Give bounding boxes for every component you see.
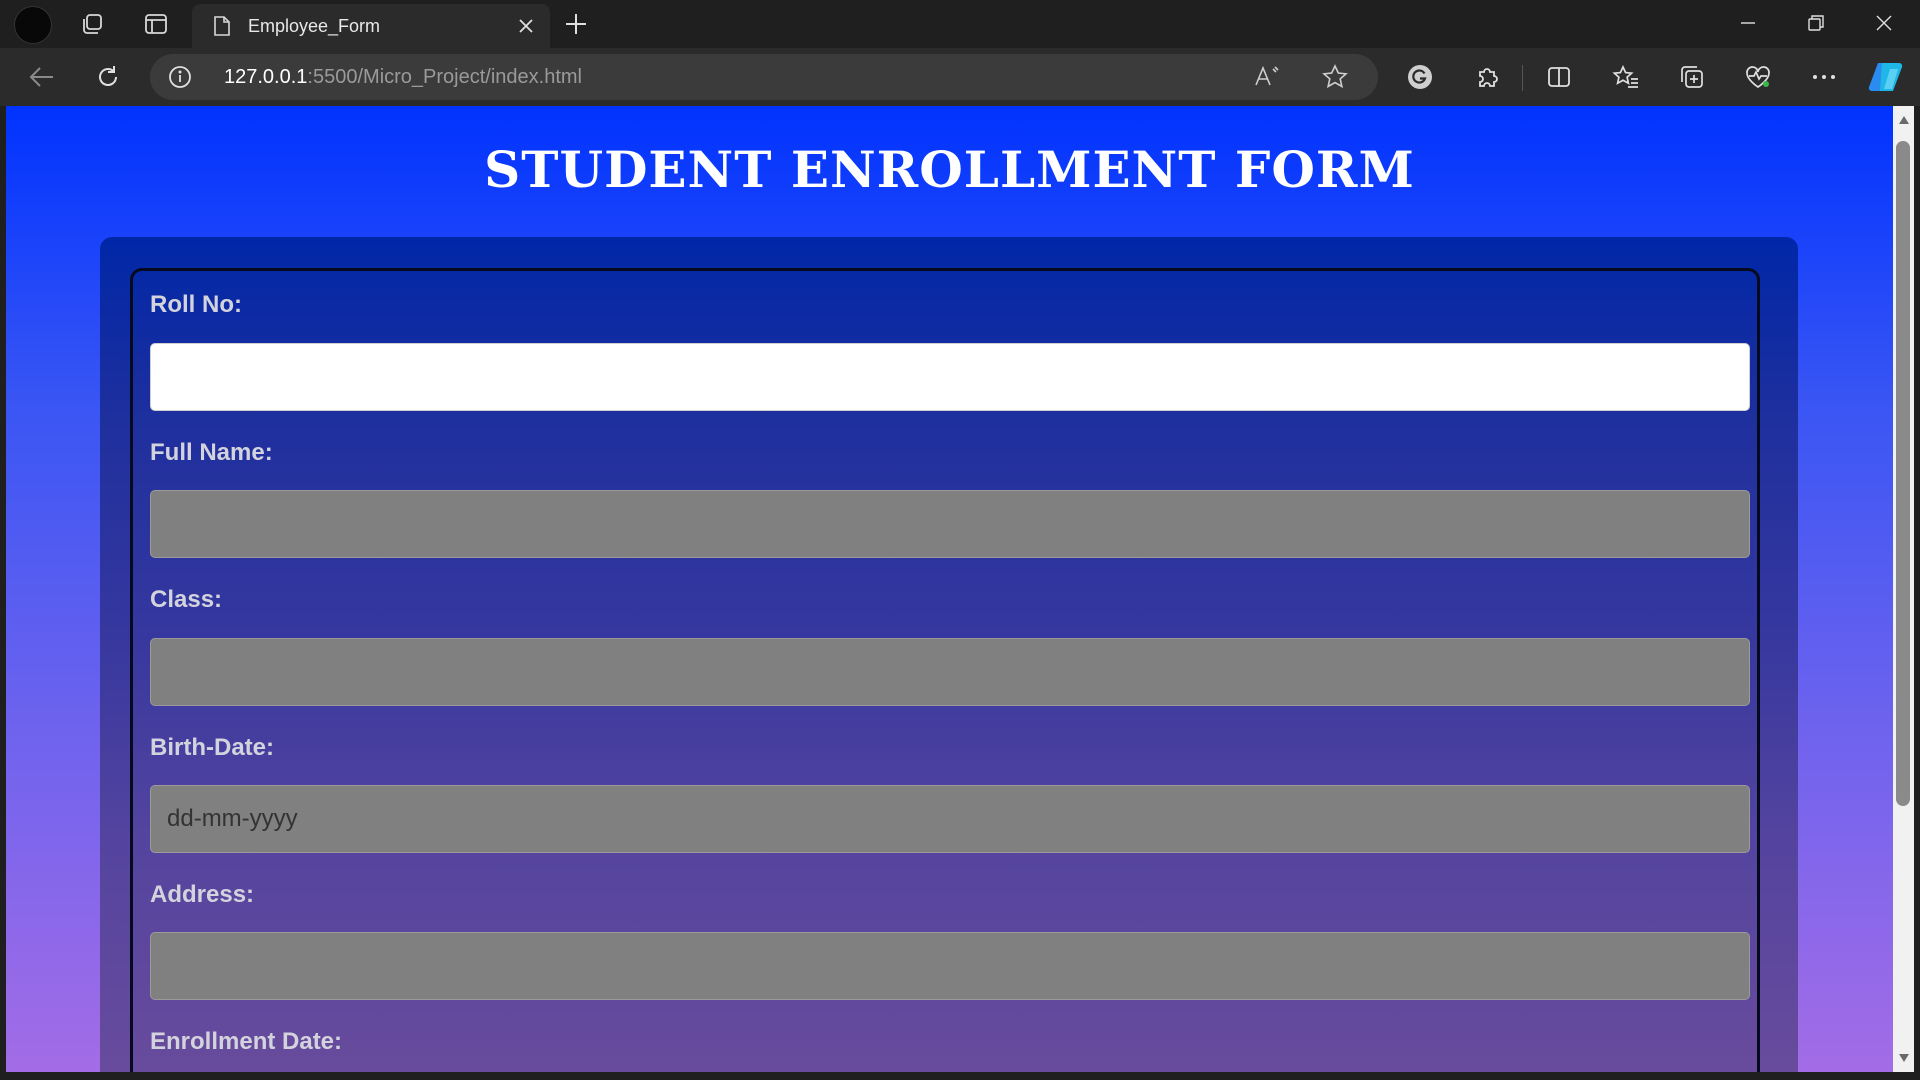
- tab-title: Employee_Form: [248, 15, 381, 36]
- close-tab-icon[interactable]: [508, 8, 544, 44]
- scrollbar-thumb[interactable]: [1896, 141, 1910, 806]
- address-label: Address:: [150, 881, 255, 908]
- restore-icon[interactable]: [1782, 0, 1850, 46]
- read-aloud-icon[interactable]: [1254, 65, 1280, 94]
- heart-pulse-icon[interactable]: [1738, 57, 1778, 97]
- form-container: Roll No: Full Name: Class: Birth-Date: d…: [100, 237, 1798, 1072]
- window-bottom-edge: [0, 1072, 1920, 1080]
- class-input[interactable]: [150, 638, 1750, 706]
- page-scrollbar[interactable]: [1893, 106, 1914, 1072]
- grammarly-icon[interactable]: [1400, 57, 1440, 97]
- plus-icon[interactable]: [558, 8, 594, 40]
- window-close-icon[interactable]: [1850, 0, 1918, 46]
- refresh-icon[interactable]: [88, 57, 128, 97]
- tab-strip: Employee_Form: [0, 0, 1920, 48]
- toolbar-divider: [1522, 65, 1523, 91]
- active-tab[interactable]: Employee_Form: [192, 4, 550, 48]
- class-label: Class:: [150, 586, 223, 613]
- page-title: STUDENT ENROLLMENT FORM: [484, 140, 1415, 199]
- full-name-input[interactable]: [150, 490, 1750, 558]
- url-path: :5500/Micro_Project/index.html: [307, 66, 582, 88]
- page-icon: [210, 14, 234, 38]
- address-bar[interactable]: 127.0.0.1:5500/Micro_Project/index.html: [150, 54, 1378, 100]
- back-arrow-icon[interactable]: [22, 57, 62, 97]
- address-input[interactable]: [150, 932, 1750, 1000]
- copilot-icon[interactable]: [1866, 57, 1906, 97]
- birth-date-label: Birth-Date:: [150, 734, 274, 761]
- favorites-icon[interactable]: [1606, 57, 1646, 97]
- vertical-tabs-icon[interactable]: [136, 8, 176, 40]
- scroll-down-icon[interactable]: [1893, 1048, 1914, 1068]
- browser-toolbar: 127.0.0.1:5500/Micro_Project/index.html: [0, 48, 1920, 106]
- url-host: 127.0.0.1: [224, 66, 308, 88]
- collections-icon[interactable]: [1672, 57, 1712, 97]
- minimize-icon[interactable]: [1714, 0, 1782, 46]
- url-text[interactable]: 127.0.0.1:5500/Micro_Project/index.html: [224, 66, 582, 89]
- tab-actions-icon[interactable]: [72, 8, 112, 40]
- profile-avatar[interactable]: [14, 6, 52, 44]
- full-name-label: Full Name:: [150, 439, 273, 466]
- scroll-up-icon[interactable]: [1893, 110, 1914, 130]
- form-fieldset: Roll No: Full Name: Class: Birth-Date: d…: [130, 268, 1760, 1072]
- enrollment-date-label: Enrollment Date:: [150, 1028, 343, 1055]
- info-icon[interactable]: [168, 65, 192, 89]
- page-viewport: STUDENT ENROLLMENT FORM Roll No: Full Na…: [6, 106, 1893, 1072]
- puzzle-icon[interactable]: [1467, 57, 1507, 97]
- split-screen-icon[interactable]: [1539, 57, 1579, 97]
- more-icon[interactable]: [1804, 57, 1844, 97]
- birth-date-input[interactable]: dd-mm-yyyy: [150, 785, 1750, 853]
- star-icon[interactable]: [1322, 64, 1348, 95]
- roll-no-label: Roll No:: [150, 291, 242, 318]
- roll-no-input[interactable]: [150, 343, 1750, 411]
